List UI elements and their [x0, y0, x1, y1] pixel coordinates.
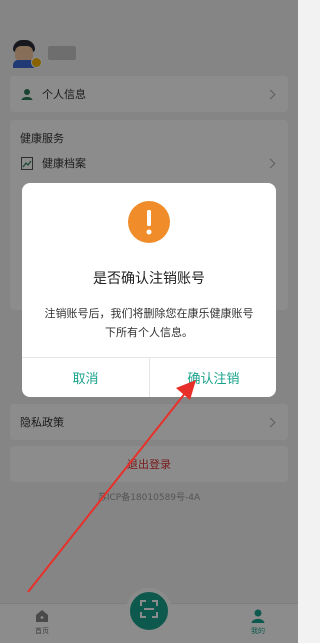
dialog-title: 是否确认注销账号	[93, 271, 205, 287]
dialog-message: 注销账号后，我们将删除您在康乐健康账号下所有个人信息。	[44, 307, 254, 339]
deactivate-account-dialog: 是否确认注销账号 注销账号后，我们将删除您在康乐健康账号下所有个人信息。 取消 …	[22, 183, 276, 397]
confirm-deactivate-button[interactable]: 确认注销	[150, 358, 276, 397]
warning-icon	[128, 201, 170, 243]
cancel-button[interactable]: 取消	[22, 358, 149, 397]
